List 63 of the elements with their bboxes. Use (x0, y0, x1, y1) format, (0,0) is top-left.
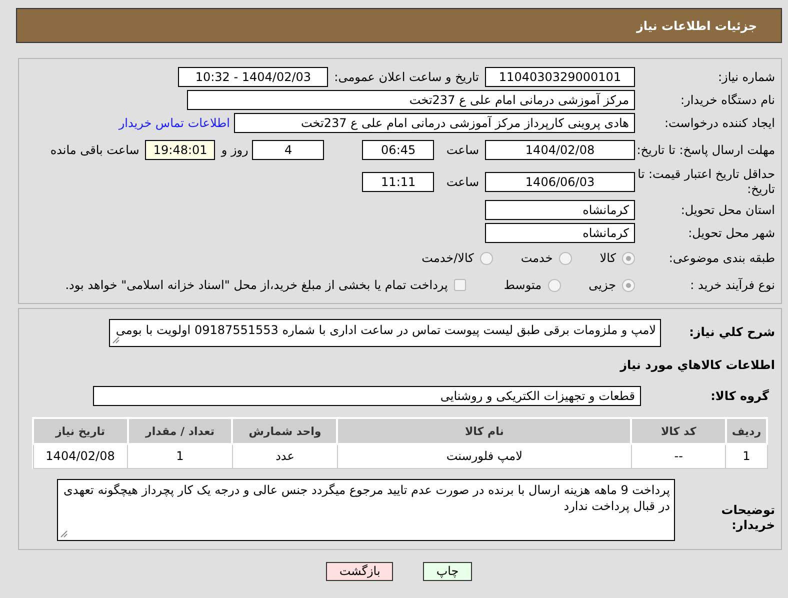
back-button[interactable]: بازگشت (326, 562, 394, 580)
deadline-date-field: 1404/02/08 (485, 140, 635, 160)
column-header: کد کالا (631, 418, 726, 444)
page-title: جزئیات اطلاعات نیاز (636, 18, 757, 32)
field-label: شماره نیاز: (717, 70, 776, 84)
field-label: شرح کلي نياز: (688, 324, 776, 340)
buyer-contact-link[interactable]: اطلاعات تماس خریدار (118, 116, 230, 130)
resize-grip-icon (112, 336, 120, 344)
province-field: کرمانشاه (485, 200, 635, 220)
field-label: ساعت (446, 143, 479, 157)
table-cell: 1 (128, 444, 232, 468)
field-label: ساعت (446, 175, 479, 189)
description-field: لامپ و ملزومات برقی طبق لیست پیوست تماس در ساعت اداری با شماره 09187551553 اولویت با بومی (109, 319, 661, 347)
column-header: ردیف (726, 418, 767, 444)
checkbox[interactable] (454, 279, 466, 291)
field-label: مهلت ارسال پاسخ: تا تاریخ: (636, 142, 776, 158)
validity-date-field: 1406/06/03 (485, 172, 635, 192)
field-label: توضیحات خریدار: (720, 502, 776, 532)
field-label: گروه کالا: (710, 388, 770, 404)
table-cell: 1404/02/08 (33, 444, 128, 468)
table-cell: لامپ فلورسنت (337, 444, 632, 468)
radio-button[interactable] (622, 252, 635, 264)
radio-label: خدمت (520, 251, 553, 265)
goods-group-field: قطعات و تجهیزات الکتریکی و روشنایی (93, 386, 641, 406)
table-cell: عدد (232, 444, 338, 468)
days-field: 4 (252, 140, 324, 160)
city-field: کرمانشاه (485, 223, 635, 243)
buyer-org-field: مرکز آموزشی درمانی امام علی ع 237تخت (187, 90, 635, 110)
field-label: نوع فرآیند خرید : (689, 278, 776, 292)
remaining-time-field: 19:48:01 (145, 140, 216, 160)
requester-field: هادی پروینی کارپرداز مرکز آموزشی درمانی امام علی ع 237تخت (234, 113, 635, 133)
field-label: استان محل تحویل: (680, 202, 776, 218)
field-label: تاریخ و ساعت اعلان عمومی: (334, 70, 479, 84)
column-header: واحد شمارش (232, 418, 338, 444)
radio-label: کالا/خدمت (422, 251, 474, 265)
resize-grip-icon (60, 530, 68, 538)
field-label: حداقل تاریخ اعتبار قیمت: تا تاریخ: (636, 167, 776, 197)
field-label: طبقه بندی موضوعی: (668, 250, 776, 266)
field-label: ایجاد کننده درخواست: (663, 116, 776, 130)
field-label: نام دستگاه خریدار: (680, 92, 776, 108)
radio-button[interactable] (558, 252, 572, 264)
treasury-note: پرداخت تمام یا بخشی از مبلغ خرید،از محل "اسناد خزانه اسلامی" خواهد بود. (65, 278, 448, 292)
field-label: شهر محل تحویل: (687, 226, 776, 240)
validity-time-field: 11:11 (362, 172, 434, 192)
radio-button[interactable] (548, 278, 561, 292)
field-label: ساعت باقی مانده (50, 143, 140, 157)
section-title: اطلاعات کالاهاي مورد نياز (618, 358, 776, 372)
radio-label: جزیی (588, 278, 616, 292)
radio-label: متوسط (504, 278, 542, 292)
need-number-field: 1104030329000101 (485, 67, 635, 87)
column-header: تعداد / مقدار (128, 418, 232, 444)
column-header: تاریخ نیاز (33, 418, 128, 444)
radio-label: کالا (600, 251, 616, 265)
column-header: نام کالا (337, 418, 632, 444)
deadline-time-field: 06:45 (362, 140, 434, 160)
announce-date-field: 1404/02/03 - 10:32 (178, 67, 328, 87)
buyer-notes-field: پرداخت 9 ماهه هزینه ارسال با برنده در صورت عدم تایید مرجوع میگردد جنس عالی و درجه یک کار پچرداز هیچگونه تعهدی در قبال پرداخت ندارد (57, 478, 675, 540)
table-cell: -- (631, 444, 726, 468)
table-cell: 1 (726, 444, 767, 468)
field-label: روز و (221, 143, 248, 157)
radio-button[interactable] (480, 252, 493, 264)
print-button[interactable]: چاپ (423, 562, 472, 580)
radio-button[interactable] (622, 278, 635, 292)
